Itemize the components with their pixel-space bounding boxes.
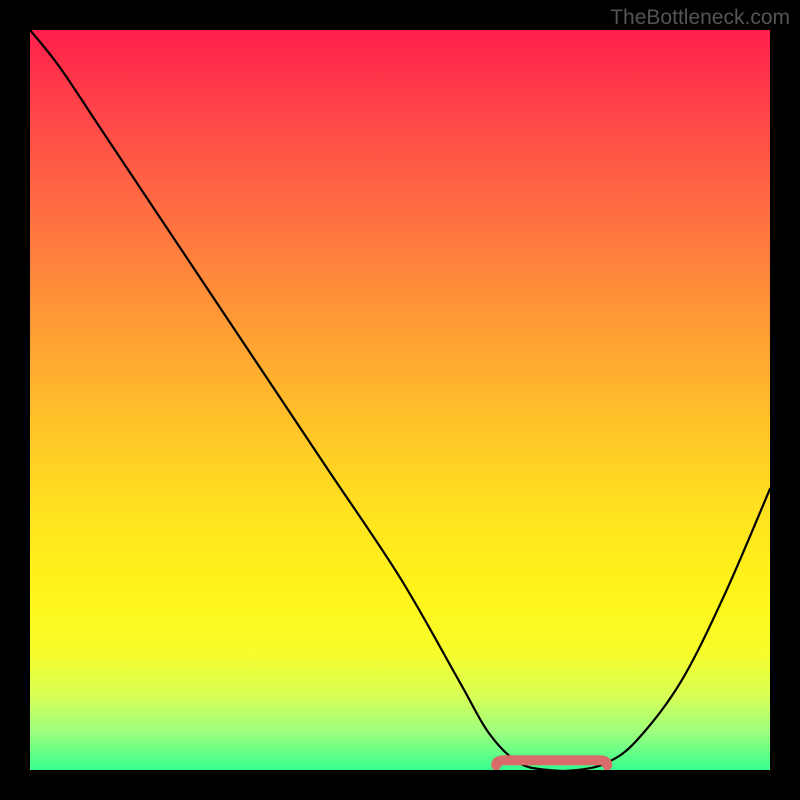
watermark: TheBottleneck.com — [610, 6, 790, 30]
bottleneck-curve-path — [30, 30, 770, 770]
plot-area — [30, 30, 770, 770]
chart-svg — [30, 30, 770, 770]
optimal-band-path — [496, 760, 607, 765]
